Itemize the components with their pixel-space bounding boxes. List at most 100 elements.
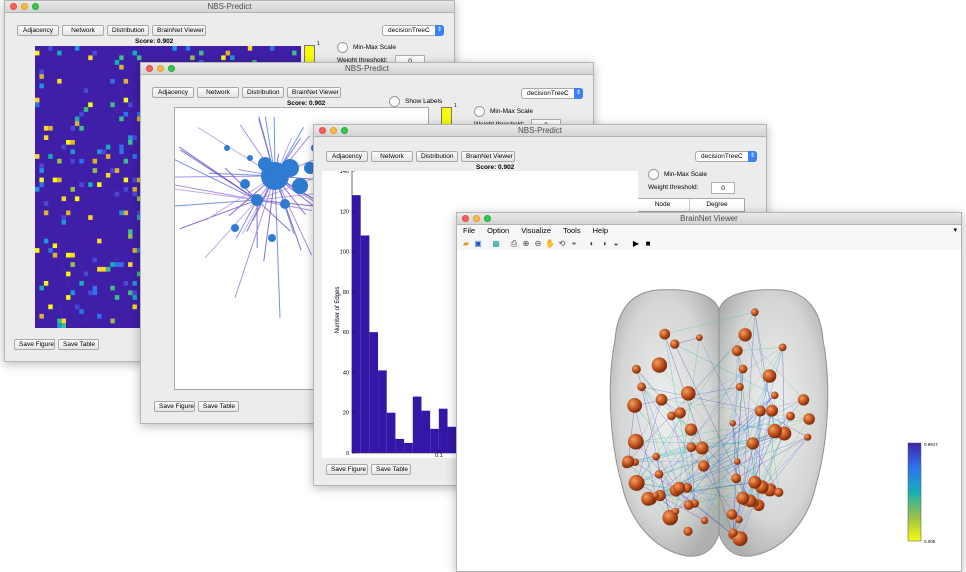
- matrix-cell: [66, 271, 71, 277]
- brainnet-colorbar: [907, 442, 922, 542]
- tab-distribution[interactable]: Distribution: [242, 87, 284, 98]
- brain-render[interactable]: 0.9917 0.005: [457, 250, 962, 572]
- tab-adjacency[interactable]: Adjacency: [152, 87, 194, 98]
- matrix-cell: [128, 140, 133, 145]
- menu-help[interactable]: Help: [593, 226, 608, 236]
- matrix-cell: [48, 154, 53, 159]
- matrix-cell: [114, 295, 120, 300]
- matrix-cell: [128, 50, 133, 56]
- save-figure-button[interactable]: Save Figure: [154, 401, 195, 412]
- matrix-cell: [43, 238, 49, 244]
- save-figure-button[interactable]: Save Figure: [14, 339, 55, 350]
- min-max-scale-option[interactable]: Min-Max Scale: [337, 42, 396, 53]
- brain-node: [767, 423, 782, 439]
- matrix-cell: [35, 97, 40, 103]
- weight-threshold-input[interactable]: 0: [711, 182, 735, 194]
- classifier-value: decisionTreeC: [388, 27, 430, 34]
- menu-overflow-icon[interactable]: ▾: [953, 226, 957, 234]
- table-header-degree[interactable]: Degree: [690, 199, 744, 211]
- y-tick-label: 60: [343, 330, 349, 336]
- save-icon[interactable]: ▣: [473, 239, 483, 249]
- view-icon[interactable]: ◐: [587, 239, 597, 249]
- menu-option[interactable]: Option: [487, 226, 509, 236]
- show-labels-radio[interactable]: [389, 96, 400, 107]
- tab-distribution[interactable]: Distribution: [107, 25, 149, 36]
- classifier-dropdown[interactable]: decisionTreeC ⇕: [382, 25, 444, 36]
- classifier-dropdown[interactable]: decisionTreeC ⇕: [521, 88, 583, 99]
- tab-network[interactable]: Network: [371, 151, 413, 162]
- menu-visualize[interactable]: Visualize: [521, 226, 551, 236]
- colorbar-tick-label: 1: [317, 41, 320, 47]
- menu-file[interactable]: File: [463, 226, 475, 236]
- view-icon[interactable]: ◒: [611, 239, 621, 249]
- zoom-in-icon[interactable]: ⊕: [521, 239, 531, 249]
- brain-node: [770, 391, 779, 400]
- matrix-cell: [66, 281, 71, 286]
- tab-brainnet-viewer[interactable]: BrainNet Viewer: [461, 151, 515, 162]
- min-max-radio[interactable]: [474, 106, 485, 117]
- play-icon[interactable]: ▶: [631, 239, 641, 249]
- network-node: [268, 234, 276, 242]
- matrix-cell: [83, 318, 89, 324]
- dropdown-arrow-icon: ⇕: [574, 88, 583, 99]
- matrix-cell: [123, 210, 129, 216]
- matrix-cell: [61, 196, 67, 202]
- zoom-out-icon[interactable]: ⊖: [533, 239, 543, 249]
- matrix-cell: [39, 46, 44, 51]
- tab-adjacency[interactable]: Adjacency: [326, 151, 368, 162]
- data-cursor-icon[interactable]: ⌖: [569, 239, 579, 249]
- tab-network[interactable]: Network: [62, 25, 104, 36]
- menu-bar: File Option Visualize Tools Help: [457, 226, 961, 236]
- matrix-cell: [43, 125, 49, 131]
- histogram-bar: [430, 428, 439, 453]
- brain-node: [766, 404, 778, 417]
- brain-node: [778, 343, 787, 352]
- matrix-cell: [101, 266, 106, 272]
- tab-network[interactable]: Network: [197, 87, 239, 98]
- min-max-radio[interactable]: [337, 42, 348, 53]
- tab-bar: Adjacency Network Distribution BrainNet …: [326, 151, 515, 162]
- title-bar[interactable]: NBS-Predict: [5, 1, 454, 13]
- title-bar[interactable]: BrainNet Viewer: [457, 213, 961, 225]
- brain-node: [734, 458, 741, 465]
- title-bar[interactable]: NBS-Predict: [141, 63, 593, 75]
- min-max-scale-option[interactable]: Min-Max Scale: [474, 106, 533, 117]
- tab-brainnet-viewer[interactable]: BrainNet Viewer: [287, 87, 341, 98]
- menu-tools[interactable]: Tools: [563, 226, 581, 236]
- rotate-icon[interactable]: ⟲: [557, 239, 567, 249]
- min-max-scale-option[interactable]: Min-Max Scale: [648, 169, 707, 180]
- save-table-button[interactable]: Save Table: [58, 339, 99, 350]
- edit-icon[interactable]: ▦: [491, 239, 501, 249]
- matrix-cell: [92, 158, 98, 164]
- matrix-cell: [105, 266, 111, 272]
- histogram-bar: [386, 412, 396, 453]
- matrix-cell: [79, 158, 84, 164]
- table-header-node[interactable]: Node: [636, 199, 690, 211]
- network-node: [258, 157, 272, 171]
- save-figure-button[interactable]: Save Figure: [326, 464, 368, 475]
- matrix-cell: [57, 78, 62, 84]
- brain-node: [731, 345, 743, 357]
- min-max-radio[interactable]: [648, 169, 659, 180]
- network-edge: [180, 199, 258, 230]
- tab-distribution[interactable]: Distribution: [416, 151, 458, 162]
- show-labels-option[interactable]: Show Labels: [389, 96, 442, 107]
- matrix-cell: [92, 285, 98, 291]
- title-bar[interactable]: NBS-Predict: [314, 125, 766, 137]
- matrix-cell: [119, 116, 124, 122]
- matrix-cell: [52, 177, 58, 183]
- classifier-dropdown[interactable]: decisionTreeC ⇕: [695, 151, 757, 162]
- view-icon[interactable]: ◑: [599, 239, 609, 249]
- tab-brainnet-viewer[interactable]: BrainNet Viewer: [152, 25, 206, 36]
- brain-node: [797, 394, 810, 406]
- pan-icon[interactable]: ✋: [545, 239, 555, 249]
- save-table-button[interactable]: Save Table: [371, 464, 411, 475]
- matrix-cell: [70, 125, 75, 131]
- open-file-icon[interactable]: ▰: [461, 239, 471, 249]
- tab-adjacency[interactable]: Adjacency: [17, 25, 59, 36]
- print-icon[interactable]: ⎙: [509, 239, 519, 249]
- matrix-cell: [132, 248, 137, 253]
- stop-icon[interactable]: ■: [643, 239, 653, 249]
- save-table-button[interactable]: Save Table: [198, 401, 239, 412]
- matrix-cell: [92, 257, 98, 263]
